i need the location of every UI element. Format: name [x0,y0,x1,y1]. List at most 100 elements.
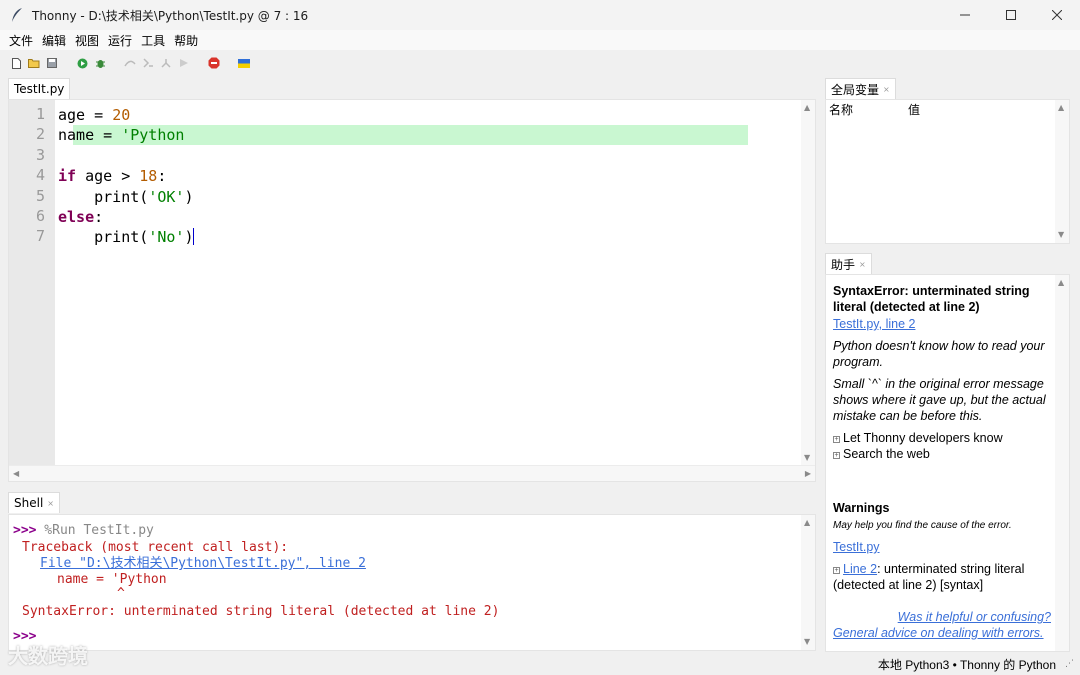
assistant-error-heading: SyntaxError: unterminated string literal… [833,284,1030,314]
minimize-button[interactable] [942,0,988,30]
assistant-scrollbar[interactable]: ▲ [1055,275,1069,651]
menu-bar: 文件 编辑 视图 运行 工具 帮助 [0,30,1080,50]
ukraine-flag-button[interactable] [236,55,252,71]
scroll-down-arrow-icon[interactable]: ▼ [804,453,810,462]
code-line-1: age = 20 [58,106,131,124]
menu-help[interactable]: 帮助 [174,32,198,49]
new-file-icon [11,57,21,69]
line-number: 2 [35,125,45,143]
line-number: 4 [35,166,45,184]
tab-close-icon[interactable]: × [859,260,866,269]
tab-shell[interactable]: Shell × [8,492,60,513]
thonny-feather-icon [12,8,22,22]
scroll-up-arrow-icon[interactable]: ▲ [1058,278,1064,287]
status-bar: 本地 Python3 • Thonny 的 Python ⋰ [0,654,1080,675]
open-file-icon [28,59,40,68]
expand-icon: + [833,567,840,574]
tab-global-variables[interactable]: 全局变量 × [825,78,896,99]
tab-assistant[interactable]: 助手 × [825,253,872,274]
general-advice-link[interactable]: General advice on dealing with errors. [833,626,1044,640]
line-number: 1 [35,105,45,123]
assistant-paragraph-2: Small `^` in the original error message … [833,377,1046,423]
resize-grip-icon[interactable]: ⋰ [1065,659,1074,669]
step-over-icon [124,60,136,67]
save-button[interactable] [44,55,60,71]
traceback-caret: ^ [117,586,125,601]
tab-label: TestIt.py [14,82,65,96]
option-search-web[interactable]: + Search the web [833,446,1051,462]
scroll-up-arrow-icon[interactable]: ▲ [804,103,810,112]
tab-close-icon[interactable]: × [883,85,890,94]
code-editor[interactable]: 1 2 3 4 5 6 7 age = 20 name = 'Python if… [8,99,816,482]
warning-file-link[interactable]: TestIt.py [833,540,880,554]
debug-icon [95,59,105,68]
menu-run[interactable]: 运行 [108,32,132,49]
column-header-value[interactable]: 值 [908,101,920,118]
maximize-button[interactable] [988,0,1034,30]
menu-edit[interactable]: 编辑 [42,32,66,49]
traceback-code-line: name = 'Python [57,572,167,587]
menu-view[interactable]: 视图 [75,32,99,49]
column-header-name[interactable]: 名称 [829,101,853,118]
assistant-paragraph-1: Python doesn't know how to read your pro… [833,339,1045,369]
scroll-left-arrow-icon[interactable]: ◀ [13,469,19,478]
warning-item[interactable]: + Line 2: unterminated string literal (de… [833,561,1051,593]
tab-label: Shell [14,496,44,510]
maximize-icon [1006,10,1016,20]
stop-button[interactable] [206,55,222,71]
step-out-button[interactable] [158,55,174,71]
scroll-up-arrow-icon[interactable]: ▲ [804,518,810,527]
scroll-down-arrow-icon[interactable]: ▼ [804,637,810,646]
variables-scrollbar[interactable]: ▲ ▼ [1055,100,1069,243]
warning-line-link[interactable]: Line 2 [843,562,877,576]
editor-horizontal-scrollbar[interactable]: ◀ ▶ [9,465,815,481]
scroll-down-arrow-icon[interactable]: ▼ [1058,230,1064,239]
run-button[interactable] [74,55,90,71]
run-icon [77,58,87,68]
expand-icon: + [833,452,840,459]
line-number: 7 [35,227,45,245]
menu-file[interactable]: 文件 [9,32,33,49]
open-file-button[interactable] [26,55,42,71]
scroll-up-arrow-icon[interactable]: ▲ [1058,103,1064,112]
option-let-developers-know[interactable]: + Let Thonny developers know [833,430,1051,446]
feedback-link[interactable]: Was it helpful or confusing? [898,610,1051,624]
syntax-error-message: SyntaxError: unterminated string literal… [22,604,500,619]
line-number: 6 [35,207,45,225]
close-icon [1052,10,1062,20]
title-bar: Thonny - D:\技术相关\Python\TestIt.py @ 7 : … [0,0,1080,30]
minimize-icon [960,14,970,16]
tab-close-icon[interactable]: × [47,499,54,508]
window-title: Thonny - D:\技术相关\Python\TestIt.py @ 7 : … [32,8,309,23]
interpreter-status[interactable]: 本地 Python3 • Thonny 的 Python [878,656,1056,673]
close-button[interactable] [1034,0,1080,30]
editor-vertical-scrollbar[interactable]: ▲ ▼ [801,100,815,466]
step-out-icon [161,59,171,68]
code-area[interactable]: age = 20 name = 'Python if age > 18: pri… [58,100,802,466]
toolbar [0,50,1080,76]
traceback-header: Traceback (most recent call last): [22,540,289,555]
code-line-6: else: [58,208,104,226]
resume-icon [180,59,188,67]
stop-icon [208,57,220,69]
menu-tools[interactable]: 工具 [141,32,165,49]
new-file-button[interactable] [8,55,24,71]
scroll-right-arrow-icon[interactable]: ▶ [805,469,811,478]
shell-run-line: >>> %Run TestIt.py [13,523,154,538]
traceback-file-link[interactable]: File "D:\技术相关\Python\TestIt.py", line 2 [40,556,366,572]
text-cursor [193,228,195,245]
step-over-button[interactable] [122,55,138,71]
shell-panel[interactable]: >>> %Run TestIt.py Traceback (most recen… [8,514,816,651]
error-location-link[interactable]: TestIt.py, line 2 [833,317,915,331]
tab-testit-py[interactable]: TestIt.py [8,78,71,99]
line-number: 3 [35,146,45,164]
code-line-4: if age > 18: [58,167,167,185]
debug-button[interactable] [92,55,108,71]
code-line-5: print('OK') [58,188,194,206]
step-into-button[interactable] [140,55,156,71]
resume-button[interactable] [176,55,192,71]
shell-vertical-scrollbar[interactable]: ▲ ▼ [801,515,815,650]
expand-icon: + [833,436,840,443]
ukraine-flag-icon [238,58,250,68]
step-into-icon [143,58,153,68]
